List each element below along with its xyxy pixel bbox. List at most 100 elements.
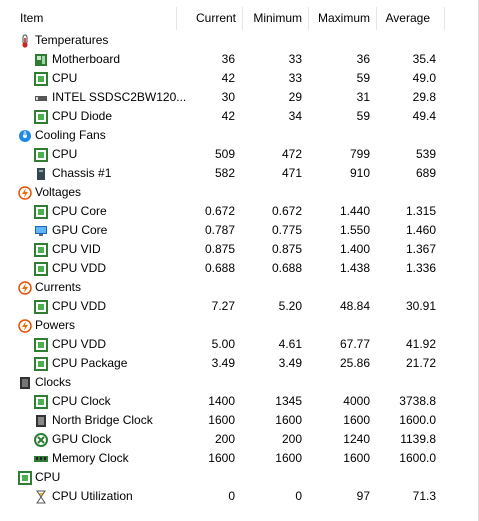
group-label: Currents (35, 280, 82, 294)
sensor-label: CPU Utilization (52, 489, 133, 503)
sensor-label: CPU (52, 147, 78, 161)
group-row[interactable]: Currents (12, 278, 479, 297)
current-value: 36 (221, 52, 235, 66)
table-row[interactable]: CPU VDD 7.27 5.20 48.84 30.91 (12, 297, 479, 316)
group-row[interactable]: Clocks (12, 373, 479, 392)
gpu-monitor-icon (34, 224, 48, 238)
group-row[interactable]: Temperatures (12, 31, 479, 50)
average-value: 49.4 (412, 109, 436, 123)
column-header-average[interactable]: Average (377, 7, 445, 30)
power-icon (18, 319, 32, 333)
current-value: 1600 (208, 451, 235, 465)
table-row[interactable]: CPU Package 3.49 3.49 25.86 21.72 (12, 354, 479, 373)
table-row[interactable]: GPU Core 0.787 0.775 1.550 1.460 (12, 221, 479, 240)
minimum-value: 4.61 (278, 337, 302, 351)
average-value: 21.72 (405, 356, 436, 370)
average-value: 689 (415, 166, 436, 180)
chip-icon (34, 414, 48, 428)
table-row[interactable]: CPU VDD 5.00 4.61 67.77 41.92 (12, 335, 479, 354)
maximum-value: 59 (356, 109, 370, 123)
group-label: Cooling Fans (35, 128, 106, 142)
group-row[interactable]: CPU (12, 468, 479, 487)
current-value: 0 (228, 489, 235, 503)
sensor-label: CPU Clock (52, 394, 111, 408)
table-row[interactable]: GPU Clock 200 200 1240 1139.8 (12, 430, 479, 449)
minimum-value: 1345 (275, 394, 302, 408)
table-row[interactable]: CPU Diode 42 34 59 49.4 (12, 107, 479, 126)
sensor-label: CPU VDD (52, 299, 107, 313)
maximum-value: 1.550 (339, 223, 370, 237)
table-row[interactable]: CPU Clock 1400 1345 4000 3738.8 (12, 392, 479, 411)
cpu-chip-icon (34, 262, 48, 276)
sensor-label: CPU VDD (52, 261, 107, 275)
maximum-value: 1600 (343, 413, 370, 427)
cpu-chip-icon (18, 471, 32, 485)
table-row[interactable]: North Bridge Clock 1600 1600 1600 1600.0 (12, 411, 479, 430)
cpu-chip-icon (34, 300, 48, 314)
maximum-value: 97 (356, 489, 370, 503)
column-header-item[interactable]: Item (12, 7, 177, 30)
average-value: 30.91 (405, 299, 436, 313)
column-header-row: Item Current Minimum Maximum Average (12, 7, 479, 31)
maximum-value: 1.440 (339, 204, 370, 218)
sensor-table: Item Current Minimum Maximum Average Tem… (12, 7, 479, 506)
table-row[interactable]: CPU 509 472 799 539 (12, 145, 479, 164)
minimum-value: 0.775 (271, 223, 302, 237)
average-value: 1.315 (405, 204, 436, 218)
current-value: 1600 (208, 413, 235, 427)
cpu-chip-icon (34, 148, 48, 162)
average-value: 1.460 (405, 223, 436, 237)
minimum-value: 3.49 (278, 356, 302, 370)
table-row[interactable]: CPU Utilization 0 0 97 71.3 (12, 487, 479, 506)
group-label: Voltages (35, 185, 82, 199)
maximum-value: 1600 (343, 451, 370, 465)
sensor-label: CPU Package (52, 356, 128, 370)
current-value: 5.00 (211, 337, 235, 351)
average-value: 1600.0 (399, 413, 436, 427)
table-row[interactable]: CPU VID 0.875 0.875 1.400 1.367 (12, 240, 479, 259)
cpu-chip-icon (34, 205, 48, 219)
group-row[interactable]: Voltages (12, 183, 479, 202)
sensor-label: Chassis #1 (52, 166, 112, 180)
table-row[interactable]: CPU VDD 0.688 0.688 1.438 1.336 (12, 259, 479, 278)
table-row[interactable]: CPU Core 0.672 0.672 1.440 1.315 (12, 202, 479, 221)
table-row[interactable]: Memory Clock 1600 1600 1600 1600.0 (12, 449, 479, 468)
current-value: 42 (221, 71, 235, 85)
table-row[interactable]: CPU 42 33 59 49.0 (12, 69, 479, 88)
average-value: 1139.8 (400, 432, 436, 446)
table-row[interactable]: INTEL SSDSC2BW120... 30 29 31 29.8 (12, 88, 479, 107)
group-row[interactable]: Powers (12, 316, 479, 335)
current-value: 1400 (208, 394, 235, 408)
minimum-value: 1600 (275, 451, 302, 465)
average-value: 1.367 (405, 242, 436, 256)
sensor-label: CPU Diode (52, 109, 113, 123)
current-value: 0.688 (204, 261, 235, 275)
motherboard-icon (34, 53, 48, 67)
chassis-icon (34, 167, 48, 181)
column-header-current[interactable]: Current (177, 7, 243, 30)
maximum-value: 799 (349, 147, 370, 161)
sensor-label: Memory Clock (52, 451, 129, 465)
maximum-value: 67.77 (339, 337, 370, 351)
table-row[interactable]: Chassis #1 582 471 910 689 (12, 164, 479, 183)
column-header-maximum[interactable]: Maximum (309, 7, 377, 30)
minimum-value: 33 (288, 52, 302, 66)
table-row[interactable]: Motherboard 36 33 36 35.4 (12, 50, 479, 69)
sensor-label: North Bridge Clock (52, 413, 153, 427)
sensor-label: CPU VID (52, 242, 101, 256)
sensor-label: INTEL SSDSC2BW120... (52, 90, 187, 104)
minimum-value: 29 (288, 90, 302, 104)
average-value: 539 (415, 147, 436, 161)
voltage-icon (18, 186, 32, 200)
maximum-value: 4000 (343, 394, 370, 408)
minimum-value: 5.20 (278, 299, 302, 313)
minimum-value: 0.875 (271, 242, 302, 256)
maximum-value: 910 (349, 166, 370, 180)
cpu-chip-icon (34, 110, 48, 124)
thermometer-icon (18, 34, 32, 48)
maximum-value: 1240 (343, 432, 370, 446)
column-header-minimum[interactable]: Minimum (243, 7, 309, 30)
maximum-value: 1.400 (339, 242, 370, 256)
cpu-chip-icon (34, 338, 48, 352)
group-row[interactable]: Cooling Fans (12, 126, 479, 145)
